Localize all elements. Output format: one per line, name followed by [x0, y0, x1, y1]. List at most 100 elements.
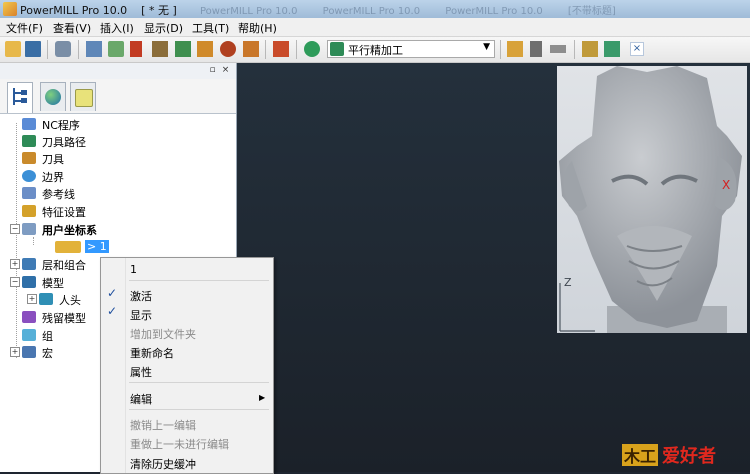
tree-item-label: 人头	[59, 294, 81, 307]
menu-gutter	[125, 258, 126, 473]
feature-icon	[22, 205, 36, 217]
tool-icon[interactable]	[130, 41, 142, 57]
tree-item-label: 刀具	[42, 153, 64, 166]
background-tab[interactable]: PowerMILL Pro 10.0	[323, 6, 420, 16]
chevron-down-icon[interactable]: ▼	[483, 42, 490, 52]
rapid-move-icon[interactable]	[108, 41, 124, 57]
svg-text:木工: 木工	[623, 447, 656, 466]
toolpath-calc-icon[interactable]	[273, 41, 289, 57]
menu-header: 1	[130, 263, 137, 276]
workplane-icon	[22, 223, 36, 235]
context-menu: 1 ✓ 激活 ✓ 显示 增加到文件夹 重新命名 属性 编辑 ▶ 撤销上一编辑 重…	[100, 257, 274, 474]
menu-item-redo-edit[interactable]: 重做上一未进行编辑	[130, 436, 229, 452]
strategy-icon[interactable]	[304, 41, 320, 57]
window-title: PowerMILL Pro 10.0 [ * 无 ]	[20, 4, 177, 17]
tree-item-label: 参考线	[42, 188, 75, 201]
explorer-tab[interactable]	[7, 82, 33, 113]
menu-item-add-to-folder[interactable]: 增加到文件夹	[130, 326, 196, 342]
expand-icon[interactable]: +	[10, 347, 20, 357]
menu-item-rename[interactable]: 重新命名	[130, 345, 174, 361]
watermark-logo: 木工 爱好者	[622, 440, 747, 468]
model-render: X Z	[557, 66, 747, 333]
background-window-tabs: PowerMILL Pro 10.0 PowerMILL Pro 10.0 Po…	[200, 2, 750, 16]
expand-icon[interactable]: +	[10, 259, 20, 269]
menu-bar: 文件(F) 查看(V) 插入(I) 显示(D) 工具(T) 帮助(H)	[0, 18, 750, 37]
calculator-icon[interactable]	[530, 41, 542, 57]
axis-triad-icon	[559, 283, 595, 332]
boundary-icon[interactable]	[243, 41, 259, 57]
logo-image: 木工 爱好者	[622, 444, 716, 467]
model-item-icon	[39, 293, 53, 305]
block-icon[interactable]	[86, 41, 102, 57]
tree-item-label: 组	[42, 330, 53, 343]
title-bar: PowerMILL Pro 10.0 [ * 无 ] PowerMILL Pro…	[0, 0, 750, 18]
save-icon[interactable]	[25, 41, 41, 57]
restore-icon[interactable]: ▫	[207, 65, 218, 76]
globe-icon	[45, 89, 61, 105]
toolbar-separator	[574, 40, 575, 59]
macros-icon	[22, 346, 36, 358]
collapse-icon[interactable]: −	[10, 277, 20, 287]
menu-help[interactable]: 帮助(H)	[238, 20, 277, 36]
feed-rate-icon[interactable]	[152, 41, 168, 57]
app-icon	[3, 2, 17, 16]
menu-view[interactable]: 查看(V)	[53, 20, 91, 36]
collapse-icon[interactable]: −	[10, 224, 20, 234]
boundary-icon	[22, 170, 36, 182]
expand-icon[interactable]: +	[27, 294, 37, 304]
toolbar-separator	[265, 40, 266, 59]
menu-file[interactable]: 文件(F)	[6, 20, 43, 36]
checkmark-icon: ✓	[107, 304, 118, 318]
axis-x-marker: X	[722, 178, 731, 192]
background-tab[interactable]: [不带标题]	[568, 6, 616, 16]
tree-item-label: 刀具路径	[42, 136, 86, 149]
menu-item-clear-history[interactable]: 清除历史缓冲	[130, 456, 196, 472]
background-tab[interactable]: PowerMILL Pro 10.0	[200, 6, 297, 16]
toolbar-separator	[296, 40, 297, 59]
open-icon[interactable]	[5, 41, 21, 57]
menu-item-activate[interactable]: 激活	[130, 288, 152, 304]
toolbar-separator	[47, 40, 48, 59]
tool-icon	[22, 152, 36, 164]
print-icon[interactable]	[55, 41, 71, 57]
ruler-icon[interactable]	[550, 45, 566, 53]
toolpath-icon	[22, 135, 36, 147]
close-icon[interactable]: ×	[220, 65, 231, 76]
menu-item-edit[interactable]: 编辑	[130, 391, 152, 407]
recycle-tab[interactable]	[70, 82, 96, 111]
models-icon	[22, 276, 36, 288]
end-point-icon[interactable]	[220, 41, 236, 57]
leads-icon[interactable]	[175, 41, 191, 57]
tree-item-label: 模型	[42, 277, 64, 290]
menu-insert[interactable]: 插入(I)	[100, 20, 134, 36]
html-tab[interactable]	[40, 82, 66, 111]
tree-item-label: 宏	[42, 347, 53, 360]
tree-item-label: > 1	[85, 240, 109, 253]
tree-line	[16, 123, 17, 358]
menu-item-display[interactable]: 显示	[130, 307, 152, 323]
menu-separator	[129, 280, 269, 281]
menu-tools[interactable]: 工具(T)	[192, 20, 229, 36]
levels-icon	[22, 258, 36, 270]
checker-icon[interactable]	[507, 41, 523, 57]
menu-display[interactable]: 显示(D)	[144, 20, 183, 36]
close-icon[interactable]: ×	[630, 42, 644, 56]
toolbar-separator	[78, 40, 79, 59]
transform-icon[interactable]	[604, 41, 620, 57]
workplane-item-icon	[55, 241, 81, 253]
tree-item-label: NC程序	[42, 119, 80, 132]
measure-icon[interactable]	[582, 41, 598, 57]
groups-icon	[22, 329, 36, 341]
tree-item-label: 残留模型	[42, 312, 86, 325]
start-point-icon[interactable]	[197, 41, 213, 57]
menu-item-properties[interactable]: 属性	[130, 364, 152, 380]
tree-item-label: 层和组合	[42, 259, 86, 272]
tree-item-label: 用户坐标系	[42, 224, 97, 237]
strategy-combo[interactable]: 平行精加工 ▼	[327, 40, 495, 58]
background-tab[interactable]: PowerMILL Pro 10.0	[445, 6, 542, 16]
menu-item-undo-edit[interactable]: 撤销上一编辑	[130, 417, 196, 433]
axis-z-label: Z	[564, 276, 572, 289]
checkmark-icon: ✓	[107, 286, 118, 300]
strategy-combo-icon	[330, 42, 344, 56]
tree-item-label: 特征设置	[42, 206, 86, 219]
